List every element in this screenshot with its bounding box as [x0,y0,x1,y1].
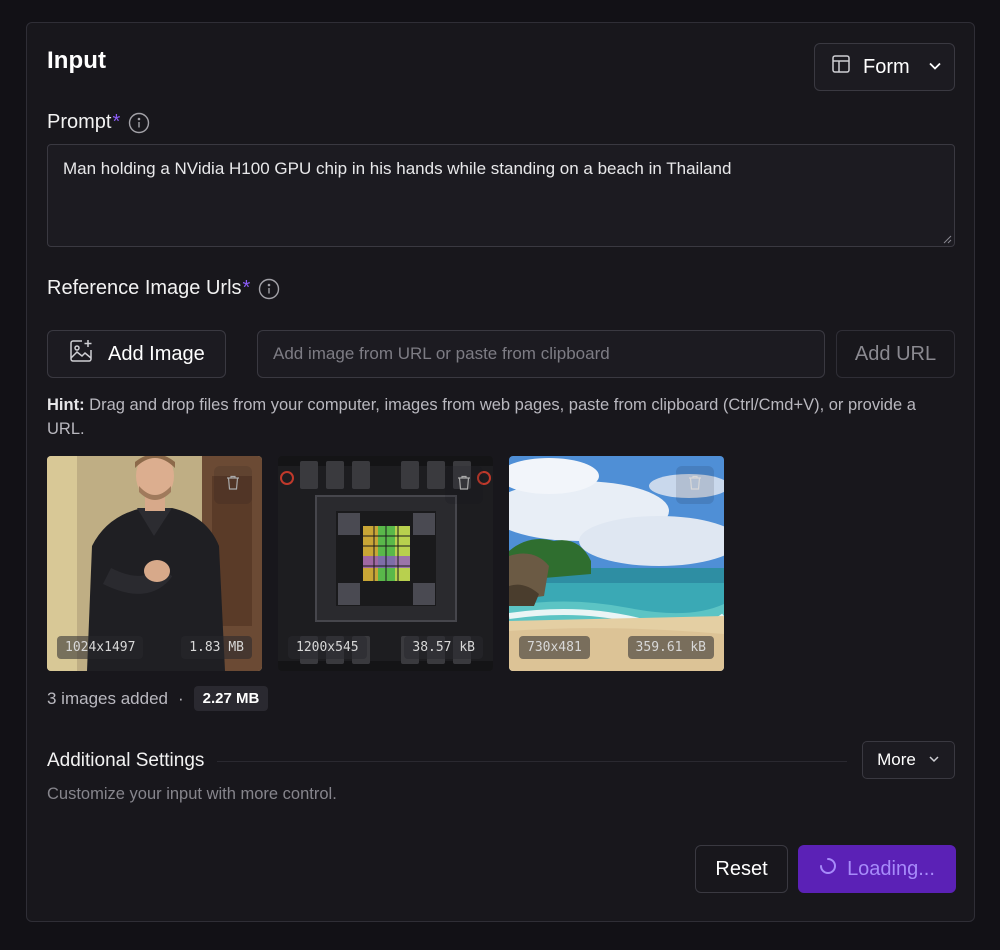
reset-button[interactable]: Reset [695,845,788,893]
panel-title: Input [47,47,107,74]
trash-icon [457,475,471,496]
more-label: More [877,750,916,769]
resize-handle[interactable] [942,234,952,244]
total-size-badge: 2.27 MB [193,686,269,711]
image-size: 359.61 kB [627,636,714,659]
image-dimensions: 1024x1497 [57,636,144,659]
add-image-label: Add Image [108,342,205,365]
trash-icon [688,475,702,496]
image-size: 1.83 MB [181,636,252,659]
image-thumbnail[interactable]: 1024x1497 1.83 MB [47,456,262,671]
image-url-input[interactable] [257,330,825,378]
images-count: 3 images added [47,688,168,708]
prompt-label: Prompt * [47,111,150,134]
view-selector-button[interactable]: Form [814,43,955,91]
divider [217,761,847,762]
separator-dot: · [177,688,184,708]
chevron-down-icon [928,56,942,79]
info-icon[interactable] [128,112,150,134]
view-selector-label: Form [863,55,910,78]
prompt-textarea[interactable]: Man holding a NVidia H100 GPU chip in hi… [47,144,955,247]
image-plus-icon [68,338,94,370]
reference-images-label: Reference Image Urls * [47,277,280,300]
submit-button[interactable]: Loading... [798,845,956,893]
trash-icon [226,475,240,496]
additional-settings-description: Customize your input with more control. [47,785,337,803]
additional-settings-title: Additional Settings [47,750,205,771]
delete-image-button[interactable] [214,466,252,504]
image-dimensions: 730x481 [519,636,590,659]
delete-image-button[interactable] [676,466,714,504]
info-icon[interactable] [258,278,280,300]
chevron-down-icon [928,750,940,770]
input-panel: Input Form Prompt * Man holding a NVidia … [26,22,975,922]
submit-label: Loading... [847,857,935,880]
add-image-button[interactable]: Add Image [47,330,226,378]
image-thumbnail[interactable]: 730x481 359.61 kB [509,456,724,671]
image-thumbnail[interactable]: 1200x545 38.57 kB [278,456,493,671]
more-settings-button[interactable]: More [862,741,955,779]
spinner-icon [819,857,837,881]
image-size: 38.57 kB [404,636,483,659]
image-dimensions: 1200x545 [288,636,367,659]
hint-text: Hint: Drag and drop files from your comp… [47,396,916,438]
delete-image-button[interactable] [445,466,483,504]
prompt-text: Man holding a NVidia H100 GPU chip in hi… [63,159,732,178]
layout-icon [831,54,851,80]
images-summary: 3 images added · 2.27 MB [47,686,269,711]
add-url-button[interactable]: Add URL [836,330,955,378]
